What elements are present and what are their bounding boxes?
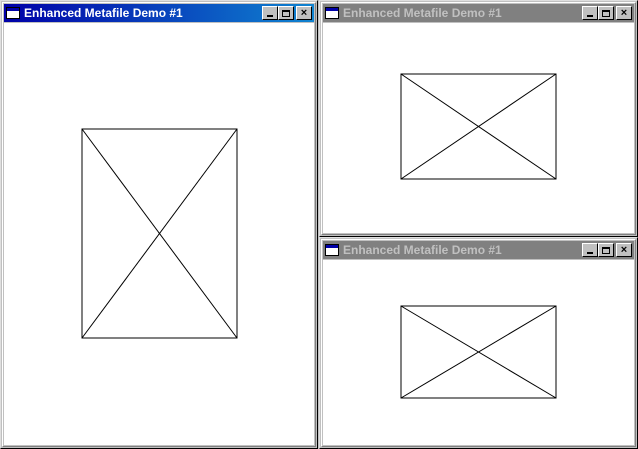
metafile-drawing (81, 128, 238, 339)
app-icon[interactable] (325, 7, 339, 19)
close-icon: × (620, 243, 628, 256)
minimize-icon (587, 15, 593, 17)
close-button[interactable]: × (616, 6, 632, 20)
close-icon: × (300, 6, 308, 19)
app-icon[interactable] (325, 244, 339, 256)
title-bar[interactable]: Enhanced Metafile Demo #1 × (323, 4, 634, 22)
caption-buttons: × (262, 6, 312, 20)
maximize-icon (602, 246, 610, 254)
minimize-button[interactable] (582, 243, 598, 257)
window-top-right[interactable]: Enhanced Metafile Demo #1 × (319, 0, 638, 237)
maximize-button[interactable] (598, 6, 614, 20)
close-button[interactable]: × (296, 6, 312, 20)
minimize-icon (267, 15, 273, 17)
maximize-icon (282, 9, 290, 17)
maximize-button[interactable] (598, 243, 614, 257)
client-area[interactable] (323, 260, 634, 445)
close-button[interactable]: × (616, 243, 632, 257)
minimize-button[interactable] (262, 6, 278, 20)
title-bar[interactable]: Enhanced Metafile Demo #1 × (4, 4, 314, 22)
metafile-drawing (400, 305, 557, 399)
client-area[interactable] (323, 23, 634, 233)
client-area[interactable] (4, 23, 314, 445)
minimize-icon (587, 252, 593, 254)
close-icon: × (620, 6, 628, 19)
metafile-drawing (400, 73, 557, 180)
window-title: Enhanced Metafile Demo #1 (343, 6, 502, 20)
caption-buttons: × (582, 6, 632, 20)
title-bar[interactable]: Enhanced Metafile Demo #1 × (323, 241, 634, 259)
window-bottom-right[interactable]: Enhanced Metafile Demo #1 × (319, 237, 638, 449)
caption-buttons: × (582, 243, 632, 257)
window-title: Enhanced Metafile Demo #1 (24, 6, 183, 20)
maximize-icon (602, 9, 610, 17)
window-left[interactable]: Enhanced Metafile Demo #1 × (0, 0, 318, 449)
window-title: Enhanced Metafile Demo #1 (343, 243, 502, 257)
maximize-button[interactable] (278, 6, 294, 20)
minimize-button[interactable] (582, 6, 598, 20)
app-icon[interactable] (6, 7, 20, 19)
